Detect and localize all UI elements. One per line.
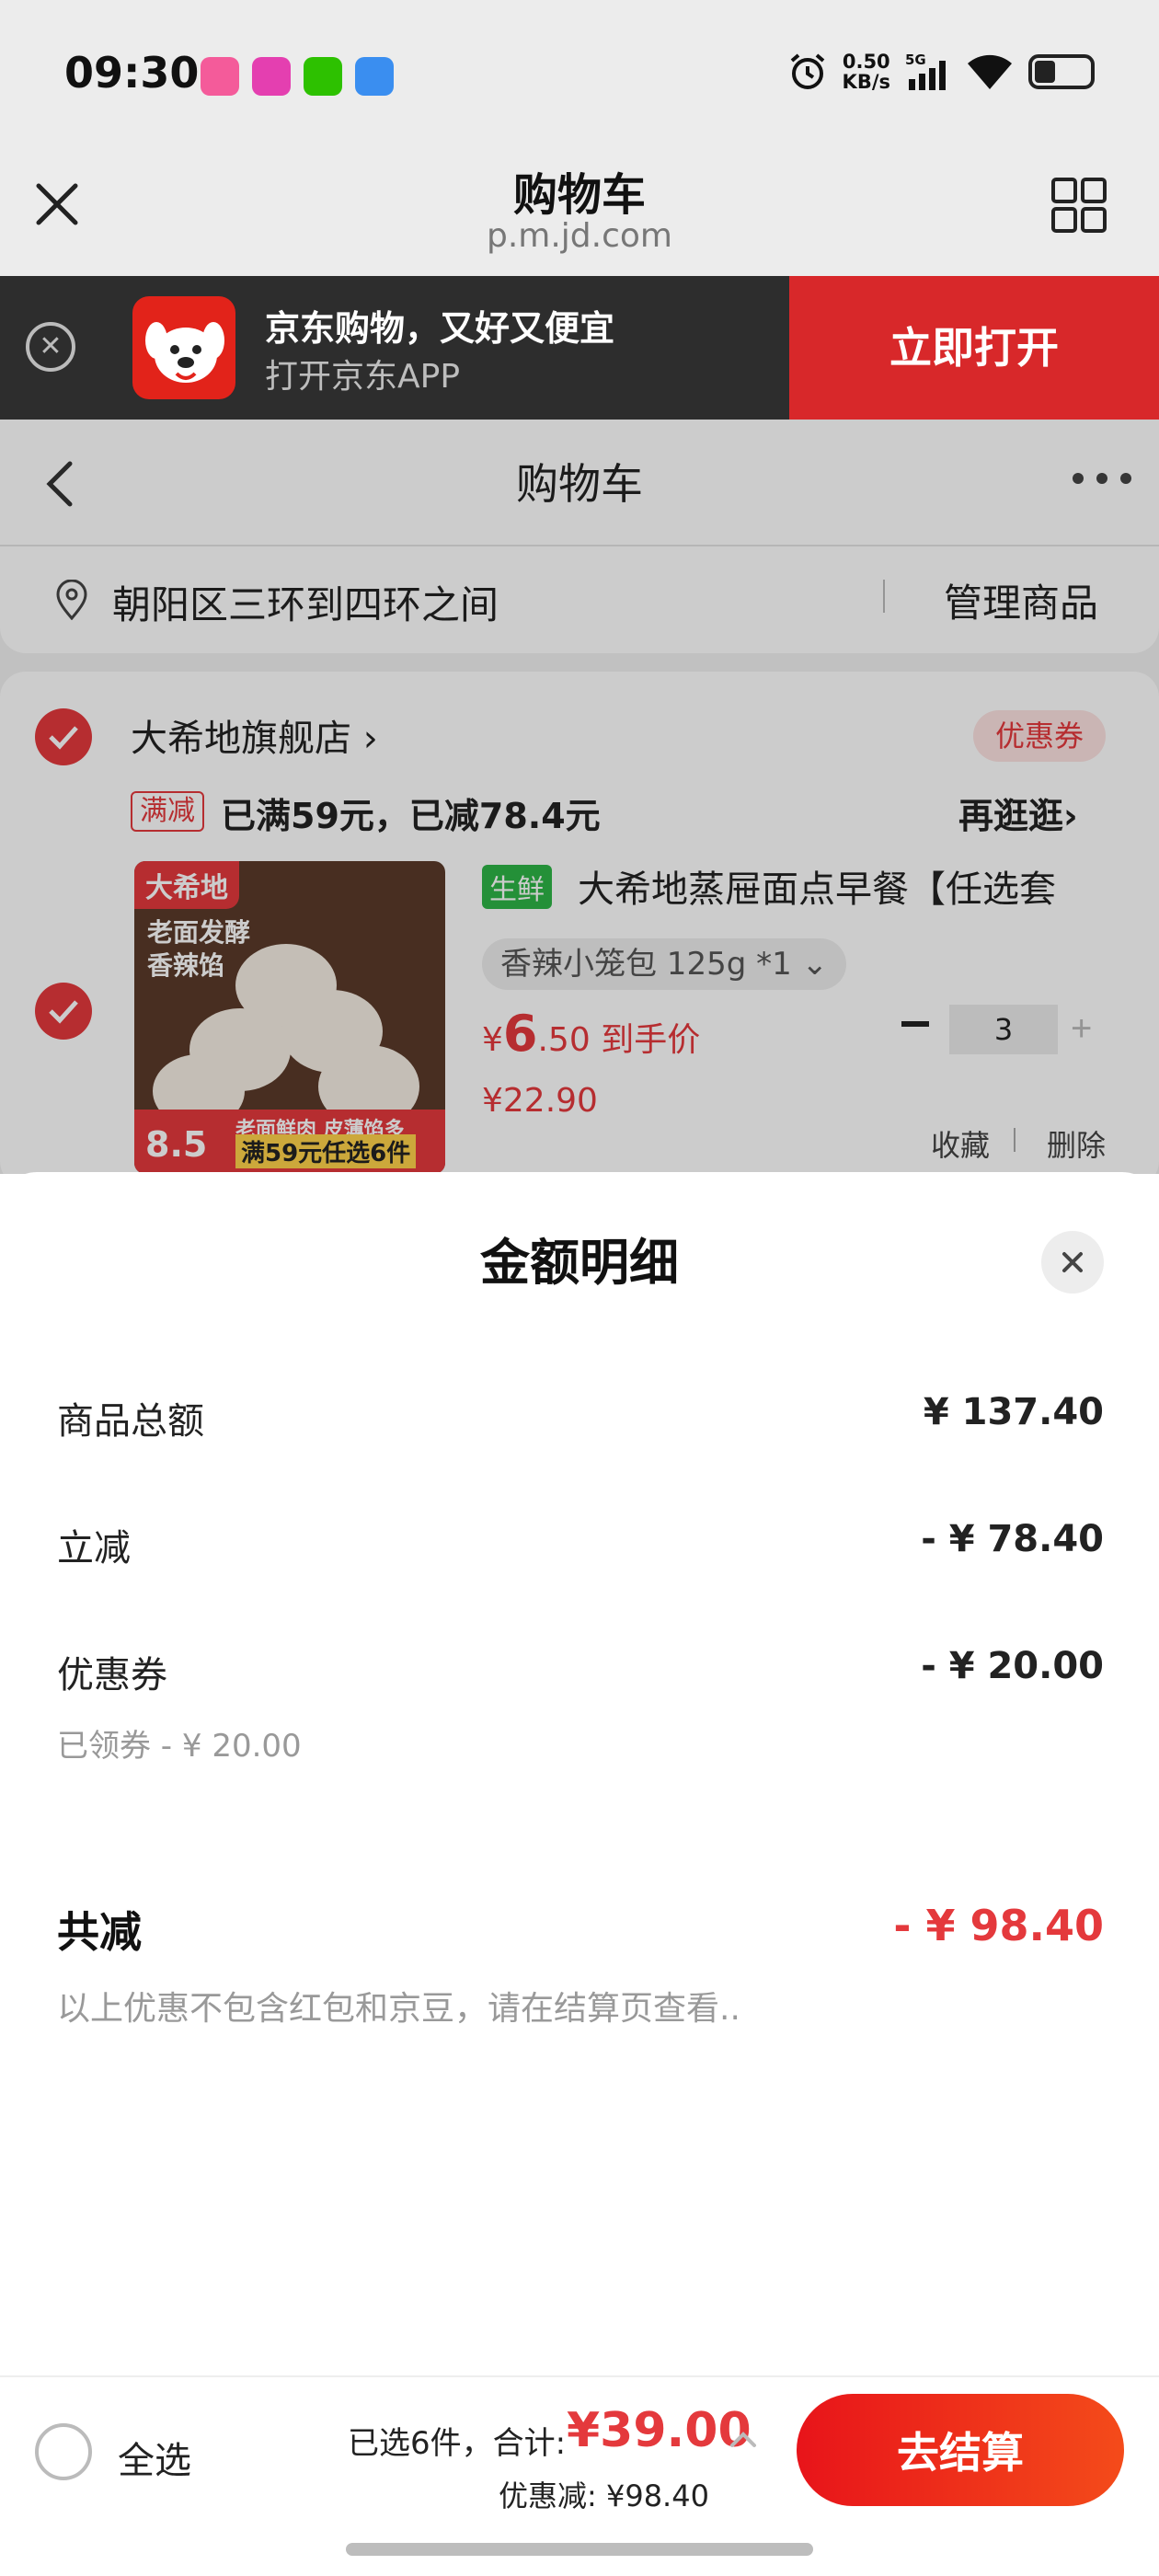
select-all-checkbox[interactable]	[35, 2423, 92, 2480]
dim-overlay[interactable]	[0, 420, 1159, 1174]
sheet-close-button[interactable]	[1041, 1231, 1104, 1294]
alarm-icon	[790, 53, 824, 89]
discount-summary: 优惠减: ¥98.40	[499, 2478, 709, 2513]
network-speed: 0.50 KB/s	[842, 51, 890, 93]
status-app-icons	[201, 57, 394, 96]
close-icon	[1062, 1252, 1083, 1272]
checkout-bar: 全选 已选6件，合计: ¥39.00 优惠减: ¥98.40 去结算	[0, 2375, 1159, 2576]
grid-menu-icon[interactable]	[1050, 177, 1107, 234]
amount-detail-sheet: 金额明细 商品总额 ¥ 137.40 立减 - ¥ 78.40 优惠券 - ¥ …	[0, 1172, 1159, 2375]
status-time: 09:30	[64, 48, 200, 98]
chevron-up-icon[interactable]	[727, 2425, 760, 2453]
sheet-title: 金额明细	[480, 1234, 679, 1292]
banner-close-icon[interactable]: ✕	[26, 322, 75, 372]
browser-url: p.m.jd.com	[487, 217, 672, 255]
banner-headline: 京东购物，又好又便宜	[265, 308, 615, 349]
wechat-icon	[304, 57, 342, 96]
total-discount-value: - ¥ 98.40	[893, 1901, 1104, 1950]
app-notification-icon	[252, 57, 291, 96]
total-discount-label: 共减	[57, 1907, 142, 1957]
select-all-label[interactable]: 全选	[118, 2431, 191, 2484]
instant-discount-label: 立减	[57, 1527, 131, 1570]
subtotal-value: ¥ 137.40	[923, 1391, 1104, 1433]
browser-header: 购物车 p.m.jd.com	[0, 147, 1159, 276]
subtotal-label: 商品总额	[57, 1400, 204, 1443]
coupon-note: 已领券 - ¥ 20.00	[57, 1728, 302, 1765]
jd-app-logo	[132, 296, 235, 399]
coupon-label: 优惠券	[57, 1654, 167, 1696]
selected-summary: 已选6件，合计:	[348, 2425, 567, 2462]
banner-subline: 打开京东APP	[265, 358, 461, 396]
browser-title: 购物车	[512, 169, 646, 221]
wifi-icon	[968, 54, 1012, 89]
status-bar: 09:30 0.50 KB/s 5G	[0, 0, 1159, 147]
open-app-banner: ✕ 京东购物，又好又便宜 打开京东APP 立即打开	[0, 276, 1159, 420]
app-notification-icon	[355, 57, 394, 96]
coupon-value: - ¥ 20.00	[921, 1645, 1104, 1687]
status-indicators: 0.50 KB/s 5G	[787, 52, 1095, 92]
instant-discount-value: - ¥ 78.40	[921, 1518, 1104, 1560]
discount-disclaimer: 以上优惠不包含红包和京豆，请在结算页查看..	[57, 1990, 740, 2028]
checkout-button[interactable]: 去结算	[797, 2394, 1124, 2506]
open-app-button[interactable]: 立即打开	[789, 276, 1159, 420]
app-notification-icon	[201, 57, 239, 96]
battery-icon	[1028, 54, 1095, 89]
total-price: ¥39.00	[567, 2403, 752, 2458]
home-indicator[interactable]	[346, 2543, 813, 2556]
signal-icon: 5G	[905, 52, 946, 90]
svg-text:5G: 5G	[905, 52, 926, 68]
